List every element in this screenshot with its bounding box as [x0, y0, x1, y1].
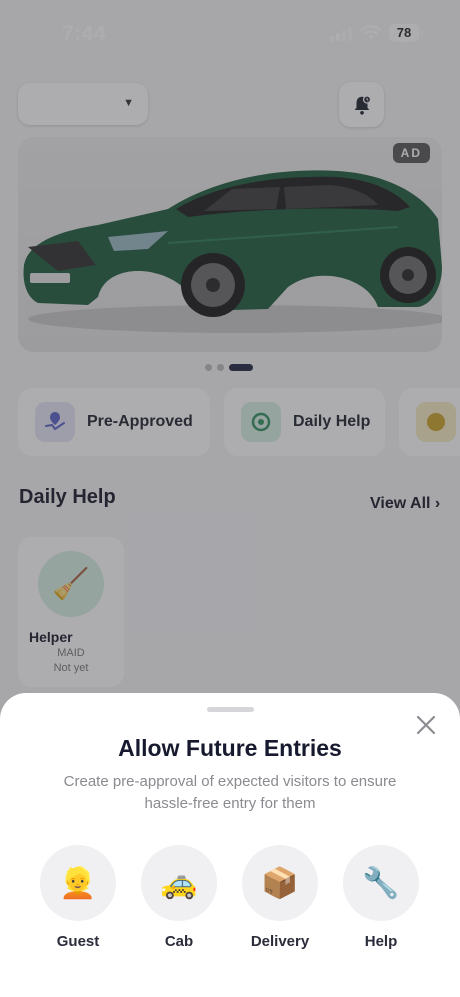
- future-entries-sheet: Allow Future Entries Create pre-approval…: [0, 693, 460, 997]
- cab-option[interactable]: 🚕 Cab: [141, 845, 217, 950]
- sheet-subtitle: Create pre-approval of expected visitors…: [63, 773, 397, 812]
- delivery-option[interactable]: 📦 Delivery: [242, 845, 318, 950]
- cab-label: Cab: [164, 933, 194, 950]
- help-option[interactable]: 🔧 Help: [343, 845, 419, 950]
- delivery-icon: 📦: [242, 845, 318, 921]
- delivery-label: Delivery: [250, 933, 310, 950]
- help-label: Help: [364, 933, 398, 950]
- guest-icon: 👱: [40, 845, 116, 921]
- sheet-title: Allow Future Entries: [118, 735, 342, 761]
- guest-label: Guest: [56, 933, 100, 950]
- drag-handle[interactable]: [207, 707, 254, 712]
- guest-option[interactable]: 👱 Guest: [40, 845, 116, 950]
- wrench-icon: 🔧: [343, 845, 419, 921]
- cab-icon: 🚕: [141, 845, 217, 921]
